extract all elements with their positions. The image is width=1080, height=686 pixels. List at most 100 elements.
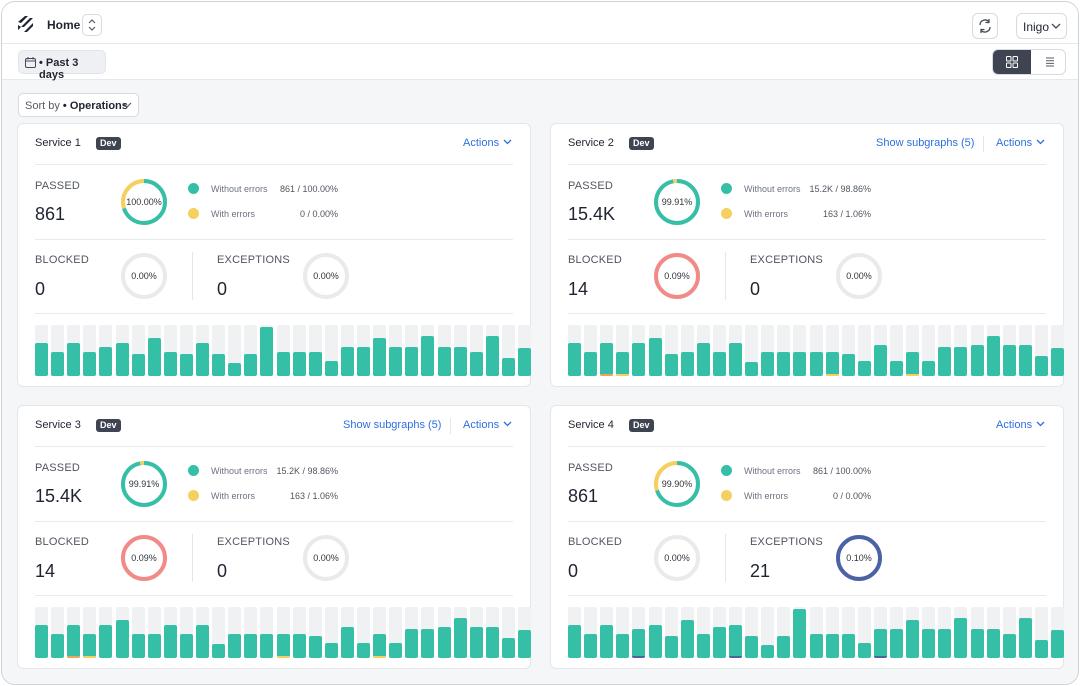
bar-track[interactable] — [501, 607, 515, 658]
bar-track[interactable] — [1002, 607, 1016, 658]
bar-track[interactable] — [35, 607, 48, 658]
bar-track[interactable] — [357, 325, 370, 376]
blocked-donut[interactable]: 0.00% — [652, 533, 702, 583]
bar-track[interactable] — [501, 325, 515, 376]
bar-track[interactable] — [405, 325, 419, 376]
blocked-donut[interactable]: 0.09% — [652, 251, 702, 301]
passed-donut[interactable]: 99.91% — [119, 459, 169, 509]
bar-track[interactable] — [680, 325, 694, 376]
bar-track[interactable] — [324, 325, 338, 376]
bar-track[interactable] — [373, 607, 387, 658]
bar-track[interactable] — [906, 325, 920, 376]
bar-track[interactable] — [99, 325, 113, 376]
bar-track[interactable] — [115, 607, 129, 658]
bar-track[interactable] — [340, 607, 354, 658]
date-range-button[interactable]: • Past 3 days — [18, 50, 106, 81]
bar-track[interactable] — [648, 325, 662, 376]
bar-track[interactable] — [906, 607, 920, 658]
bar-track[interactable] — [51, 325, 65, 376]
bar-track[interactable] — [986, 325, 1000, 376]
bar-track[interactable] — [244, 607, 258, 658]
bar-track[interactable] — [777, 325, 791, 376]
bar-track[interactable] — [568, 607, 581, 658]
bar-track[interactable] — [632, 325, 646, 376]
service-title[interactable]: Service 4 — [568, 419, 614, 431]
bar-track[interactable] — [244, 325, 258, 376]
bar-track[interactable] — [600, 607, 614, 658]
bar-track[interactable] — [421, 607, 435, 658]
bar-track[interactable] — [793, 607, 807, 658]
bar-track[interactable] — [970, 325, 984, 376]
bar-track[interactable] — [664, 607, 678, 658]
bar-track[interactable] — [777, 607, 791, 658]
bar-track[interactable] — [825, 607, 839, 658]
service-title[interactable]: Service 2 — [568, 137, 614, 149]
bar-track[interactable] — [196, 325, 209, 376]
bar-track[interactable] — [292, 607, 306, 658]
bar-track[interactable] — [115, 325, 129, 376]
bar-track[interactable] — [437, 325, 451, 376]
exceptions-donut[interactable]: 0.00% — [301, 533, 351, 583]
bar-track[interactable] — [696, 607, 710, 658]
bar-track[interactable] — [308, 325, 322, 376]
bar-track[interactable] — [970, 607, 984, 658]
bar-track[interactable] — [809, 325, 823, 376]
bar-track[interactable] — [405, 607, 419, 658]
bar-track[interactable] — [67, 607, 81, 658]
user-menu-button[interactable]: Inigo — [1016, 13, 1067, 39]
bar-track[interactable] — [453, 325, 467, 376]
bar-track[interactable] — [1051, 325, 1064, 376]
bar-track[interactable] — [35, 325, 48, 376]
bar-track[interactable] — [793, 325, 807, 376]
bar-track[interactable] — [51, 607, 65, 658]
bar-track[interactable] — [179, 325, 193, 376]
bar-track[interactable] — [648, 607, 662, 658]
passed-donut[interactable]: 99.91% — [652, 177, 702, 227]
bar-track[interactable] — [584, 607, 598, 658]
bar-track[interactable] — [276, 607, 290, 658]
bar-track[interactable] — [99, 607, 113, 658]
bar-track[interactable] — [1002, 325, 1016, 376]
show-subgraphs-link[interactable]: Show subgraphs (5) — [876, 137, 974, 149]
actions-dropdown[interactable]: Actions — [996, 137, 1045, 149]
bar-track[interactable] — [857, 325, 871, 376]
bar-track[interactable] — [163, 607, 177, 658]
bar-track[interactable] — [632, 607, 646, 658]
bar-track[interactable] — [1051, 607, 1064, 658]
bar-track[interactable] — [212, 607, 226, 658]
bar-track[interactable] — [212, 325, 226, 376]
home-switch-button[interactable] — [82, 14, 102, 36]
bar-track[interactable] — [179, 607, 193, 658]
bar-track[interactable] — [260, 607, 274, 658]
bar-track[interactable] — [841, 607, 855, 658]
bar-track[interactable] — [1034, 607, 1048, 658]
bar-track[interactable] — [729, 607, 742, 658]
bar-track[interactable] — [67, 325, 81, 376]
bar-track[interactable] — [389, 607, 403, 658]
logo-icon[interactable] — [16, 14, 36, 34]
blocked-donut[interactable]: 0.09% — [119, 533, 169, 583]
bar-track[interactable] — [357, 607, 370, 658]
bar-track[interactable] — [469, 607, 483, 658]
actions-dropdown[interactable]: Actions — [996, 419, 1045, 431]
bar-track[interactable] — [324, 607, 338, 658]
bar-track[interactable] — [664, 325, 678, 376]
passed-donut[interactable]: 100.00% — [119, 177, 169, 227]
bar-track[interactable] — [680, 607, 694, 658]
bar-track[interactable] — [890, 607, 903, 658]
bar-track[interactable] — [841, 325, 855, 376]
bar-track[interactable] — [131, 325, 145, 376]
sort-dropdown[interactable]: Sort by • Operations — [18, 93, 139, 117]
show-subgraphs-link[interactable]: Show subgraphs (5) — [343, 419, 441, 431]
bar-track[interactable] — [761, 325, 775, 376]
actions-dropdown[interactable]: Actions — [463, 419, 512, 431]
home-label[interactable]: Home — [47, 18, 80, 32]
exceptions-donut[interactable]: 0.00% — [834, 251, 884, 301]
bar-track[interactable] — [308, 607, 322, 658]
bar-track[interactable] — [1018, 325, 1032, 376]
bar-track[interactable] — [260, 325, 274, 376]
bar-track[interactable] — [729, 325, 742, 376]
bar-track[interactable] — [696, 325, 710, 376]
bar-track[interactable] — [745, 325, 759, 376]
bar-track[interactable] — [147, 325, 161, 376]
